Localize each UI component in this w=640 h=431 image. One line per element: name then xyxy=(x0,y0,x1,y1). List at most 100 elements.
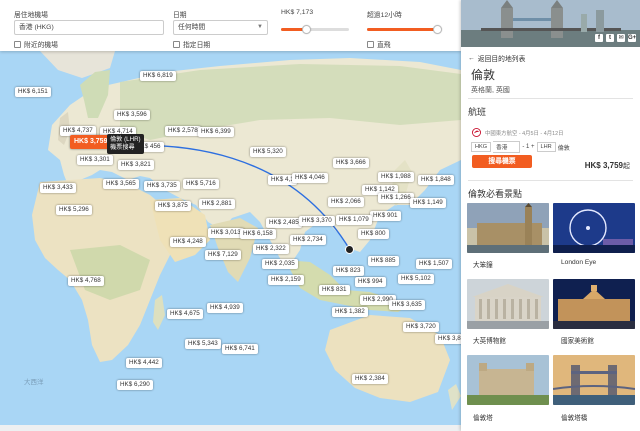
attraction-name[interactable]: London Eye xyxy=(561,259,596,266)
price-pin[interactable]: HK$ 5,343 xyxy=(185,339,221,349)
price-pin[interactable]: HK$ 2,881 xyxy=(199,199,235,209)
search-flights-button[interactable]: 搜尋機票 xyxy=(472,155,532,168)
price-slider-handle[interactable] xyxy=(302,25,312,34)
social-share-bar: f t ✉ G+ xyxy=(595,34,636,42)
price-pin[interactable]: HK$ 3,565 xyxy=(103,179,139,189)
attraction-image-national-gallery[interactable] xyxy=(553,279,635,329)
back-to-list-link[interactable]: ← 返回目的地列表 xyxy=(468,53,525,64)
price-pin[interactable]: HK$ 3,433 xyxy=(40,183,76,193)
price-pin[interactable]: HK$ 2,159 xyxy=(268,275,304,285)
attraction-name[interactable]: 倫敦塔 xyxy=(473,412,493,422)
duration-slider[interactable] xyxy=(367,25,442,34)
attractions-section-title: 倫敦必看景點 xyxy=(468,189,523,199)
attraction-image-big-ben[interactable] xyxy=(467,203,549,253)
price-pin[interactable]: HK$ 3,821 xyxy=(118,160,154,170)
price-pin[interactable]: HK$ 2,578 xyxy=(165,126,201,136)
price-pin[interactable]: HK$ 2,384 xyxy=(352,374,388,384)
price-pin[interactable]: HK$ 4,675 xyxy=(167,309,203,319)
price-pin[interactable]: HK$ 1,079 xyxy=(336,215,372,225)
price-pin[interactable]: HK$ 4,248 xyxy=(170,237,206,247)
price-pin[interactable]: HK$ 3,720 xyxy=(403,322,439,332)
price-pin[interactable]: HK$ 5,716 xyxy=(183,179,219,189)
price-pin[interactable]: HK$ 7,129 xyxy=(205,250,241,260)
date-select[interactable]: 任何時間 ▼ xyxy=(173,20,268,35)
route-to-city: 倫敦 xyxy=(557,145,570,152)
price-pin[interactable]: HK$ 1,507 xyxy=(416,259,452,269)
price-pin[interactable]: HK$ 6,819 xyxy=(140,71,176,81)
price-pin[interactable]: HK$ 800 xyxy=(358,229,389,239)
price-pin[interactable]: HK$ 3,735 xyxy=(144,181,180,191)
checkbox-box[interactable] xyxy=(367,40,374,48)
attraction-image-london-eye[interactable] xyxy=(553,203,635,253)
price-slider[interactable] xyxy=(281,25,349,34)
direct-flight-checkbox[interactable]: 直飛 xyxy=(367,39,391,49)
nearby-airports-checkbox[interactable]: 附近的機場 xyxy=(14,39,58,49)
price-pin[interactable]: HK$ 4,939 xyxy=(207,303,243,313)
checkbox-box[interactable] xyxy=(14,40,21,48)
price-pin[interactable]: HK$ 1,266 xyxy=(378,193,414,203)
price-pin[interactable]: HK$ 6,151 xyxy=(15,87,51,97)
google-plus-icon[interactable]: G+ xyxy=(628,34,636,42)
attraction-image-british-museum[interactable] xyxy=(467,279,549,329)
price-pin[interactable]: HK$ 1,382 xyxy=(332,307,368,317)
price-pin[interactable]: HK$ 823 xyxy=(333,266,364,276)
price-pin[interactable]: HK$ 6,290 xyxy=(117,380,153,390)
price-pin[interactable]: HK$ 3,666 xyxy=(333,158,369,168)
destination-map[interactable]: 大西洋 HK$ 6,819 HK$ 6,151 HK$ 3,596 HK$ 4,… xyxy=(0,0,461,431)
attraction-name[interactable]: 倫敦塔橋 xyxy=(561,412,587,422)
active-price-pin-london[interactable]: HK$ 3,759 xyxy=(70,135,112,149)
attraction-name[interactable]: 大英博物館 xyxy=(473,335,506,345)
price-pin[interactable]: HK$ 994 xyxy=(355,277,386,287)
price-pin[interactable]: HK$ 831 xyxy=(319,285,350,295)
facebook-icon[interactable]: f xyxy=(595,34,603,42)
price-pin[interactable]: HK$ 3,301 xyxy=(77,155,113,165)
price-pin[interactable]: HK$ 3,635 xyxy=(389,300,425,310)
tooltip-airport: 倫敦 (LHR) xyxy=(110,136,141,143)
price-pin[interactable]: HK$ 3,596 xyxy=(114,110,150,120)
price-pin[interactable]: HK$ 6,399 xyxy=(198,127,234,137)
price-pin[interactable]: HK$ 3,867 xyxy=(435,334,461,344)
price-pin[interactable]: HK$ 3,875 xyxy=(155,201,191,211)
price-pin[interactable]: HK$ 4,442 xyxy=(126,358,162,368)
price-pin[interactable]: HK$ 1,848 xyxy=(418,175,454,185)
price-pin[interactable]: HK$ 2,734 xyxy=(290,235,326,245)
specific-date-checkbox[interactable]: 指定日期 xyxy=(173,39,210,49)
price-pin[interactable]: HK$ 5,102 xyxy=(398,274,434,284)
price-pin[interactable]: HK$ 5,296 xyxy=(56,205,92,215)
price-pin[interactable]: HK$ 2,035 xyxy=(262,259,298,269)
destination-tooltip[interactable]: 倫敦 (LHR) 機票搜尋 xyxy=(107,134,144,154)
price-pin[interactable]: HK$ 885 xyxy=(368,256,399,266)
price-pin[interactable]: HK$ 1,149 xyxy=(410,198,446,208)
arrow-left-icon: ← xyxy=(468,54,475,62)
price-pin[interactable]: HK$ 901 xyxy=(370,211,401,221)
twitter-icon[interactable]: t xyxy=(606,34,614,42)
price-pin[interactable]: HK$ 2,066 xyxy=(328,197,364,207)
duration-slider-handle[interactable] xyxy=(432,25,442,34)
email-icon[interactable]: ✉ xyxy=(617,34,625,42)
london-hero-image: f t ✉ G+ xyxy=(461,0,640,47)
price-pin[interactable]: HK$ 5,320 xyxy=(250,147,286,157)
price-pin[interactable]: HK$ 4,046 xyxy=(292,173,328,183)
price-pin[interactable]: HK$ 1,988 xyxy=(378,172,414,182)
price-pin[interactable]: HK$ 3,370 xyxy=(299,216,335,226)
attraction-name[interactable]: 大笨鐘 xyxy=(473,259,493,269)
attraction-image-tower-bridge[interactable] xyxy=(553,355,635,405)
flight-price: HK$ 3,759起 xyxy=(585,161,630,171)
attraction-name[interactable]: 國家美術館 xyxy=(561,335,594,345)
checkbox-box[interactable] xyxy=(173,40,180,48)
airline-dates: 中國東方航空 - 4月5日 - 4月12日 xyxy=(485,131,564,137)
price-pin[interactable]: HK$ 6,741 xyxy=(222,344,258,354)
price-pin[interactable]: HK$ 4,768 xyxy=(68,276,104,286)
price-pin[interactable]: HK$ 6,158 xyxy=(240,229,276,239)
date-select-value: 任何時間 xyxy=(178,24,206,31)
tooltip-search-link[interactable]: 機票搜尋 xyxy=(110,144,141,152)
flight-price-suffix: 起 xyxy=(623,163,630,170)
attraction-image-tower-of-london[interactable] xyxy=(467,355,549,405)
route-summary: HKG 香港 - 1 + LHR 倫敦 xyxy=(471,141,570,153)
route-stops: - 1 + xyxy=(522,144,535,150)
price-pin[interactable]: HK$ 3,013 xyxy=(208,228,244,238)
route-to-code: LHR xyxy=(536,142,556,152)
origin-input[interactable]: 香港 (HKG) xyxy=(14,20,164,35)
price-pin[interactable]: HK$ 2,485 xyxy=(266,218,302,228)
price-pin[interactable]: HK$ 2,322 xyxy=(253,244,289,254)
